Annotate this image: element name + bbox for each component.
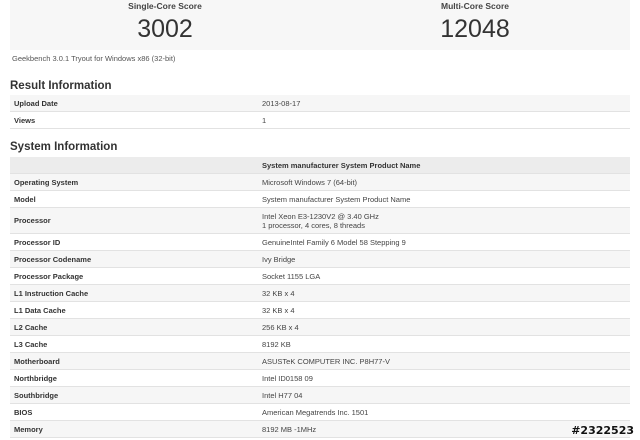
row-value: Socket 1155 LGA xyxy=(262,271,321,281)
row-value: American Megatrends Inc. 1501 xyxy=(262,407,369,417)
table-row: L1 Instruction Cache 32 KB x 4 xyxy=(10,285,630,302)
row-label: Processor ID xyxy=(14,237,61,247)
row-label: Model xyxy=(14,194,36,204)
multi-core-value: 12048 xyxy=(440,15,510,43)
table-row: Processor Intel Xeon E3-1230V2 @ 3.40 GH… xyxy=(10,208,630,234)
version-text: Geekbench 3.0.1 Tryout for Windows x86 (… xyxy=(12,54,176,63)
system-information-title: System Information xyxy=(10,141,118,153)
multi-core-score-box: Multi-Core Score 12048 xyxy=(320,0,630,50)
table-row: Model System manufacturer System Product… xyxy=(10,191,630,208)
row-label: Processor Package xyxy=(14,271,84,281)
row-label: Processor xyxy=(14,216,51,225)
row-value: System manufacturer System Product Name xyxy=(262,194,411,204)
table-row: Memory 8192 MB -1MHz xyxy=(10,421,630,438)
table-row: Processor ID GenuineIntel Family 6 Model… xyxy=(10,234,630,251)
table-header-row: System manufacturer System Product Name xyxy=(10,157,630,174)
row-value: GenuineIntel Family 6 Model 58 Stepping … xyxy=(262,237,406,247)
row-label: Operating System xyxy=(14,177,79,187)
row-value: Intel ID0158 09 xyxy=(262,373,313,383)
row-value: Intel H77 04 xyxy=(262,390,303,400)
single-core-score-box: Single-Core Score 3002 xyxy=(10,0,320,50)
table-row: Motherboard ASUSTeK COMPUTER INC. P8H77-… xyxy=(10,353,630,370)
row-label: Motherboard xyxy=(14,356,60,366)
table-row: Processor Codename Ivy Bridge xyxy=(10,251,630,268)
table-row: Views 1 xyxy=(10,112,630,129)
row-label: L2 Cache xyxy=(14,322,48,332)
row-label: Views xyxy=(14,115,36,125)
row-value: 256 KB x 4 xyxy=(262,322,299,332)
row-value: 8192 MB -1MHz xyxy=(262,424,317,434)
row-value-secondary: 1 processor, 4 cores, 8 threads xyxy=(262,220,365,230)
row-value: 32 KB x 4 xyxy=(262,288,295,298)
table-row: L1 Data Cache 32 KB x 4 xyxy=(10,302,630,319)
row-label: BIOS xyxy=(14,407,33,417)
row-label: Processor Codename xyxy=(14,254,92,264)
row-label: L1 Data Cache xyxy=(14,305,66,315)
table-row: L3 Cache 8192 KB xyxy=(10,336,630,353)
row-label: Upload Date xyxy=(14,98,58,108)
row-label: Memory xyxy=(14,424,43,434)
row-label: Northbridge xyxy=(14,373,57,383)
table-row: Southbridge Intel H77 04 xyxy=(10,387,630,404)
result-information-title: Result Information xyxy=(10,80,112,92)
row-value: 8192 KB xyxy=(262,339,291,349)
row-value: ASUSTeK COMPUTER INC. P8H77-V xyxy=(262,356,390,366)
row-value: 2013-08-17 xyxy=(262,98,301,108)
table-row: Processor Package Socket 1155 LGA xyxy=(10,268,630,285)
row-label: Southbridge xyxy=(14,390,59,400)
system-information-table: System manufacturer System Product Name … xyxy=(10,157,630,438)
table-row: Northbridge Intel ID0158 09 xyxy=(10,370,630,387)
row-value: Intel Xeon E3-1230V2 @ 3.40 GHz xyxy=(262,211,379,221)
row-value: Ivy Bridge xyxy=(262,254,296,264)
single-core-label: Single-Core Score xyxy=(128,1,202,11)
single-core-value: 3002 xyxy=(137,15,193,43)
row-value: 1 xyxy=(262,115,267,125)
table-row: Operating System Microsoft Windows 7 (64… xyxy=(10,174,630,191)
row-label: L3 Cache xyxy=(14,339,48,349)
table-row: BIOS American Megatrends Inc. 1501 xyxy=(10,404,630,421)
table-row: L2 Cache 256 KB x 4 xyxy=(10,319,630,336)
multi-core-label: Multi-Core Score xyxy=(440,1,509,11)
result-information-table: Upload Date 2013-08-17 Views 1 xyxy=(10,95,630,129)
table-row: Upload Date 2013-08-17 xyxy=(10,95,630,112)
score-panel: Single-Core Score 3002 Multi-Core Score … xyxy=(0,0,640,50)
watermark: #2322523 xyxy=(571,424,634,437)
system-header-value: System manufacturer System Product Name xyxy=(262,160,421,170)
row-label: L1 Instruction Cache xyxy=(14,288,89,298)
row-value: Microsoft Windows 7 (64-bit) xyxy=(262,177,358,187)
row-value: 32 KB x 4 xyxy=(262,305,295,315)
